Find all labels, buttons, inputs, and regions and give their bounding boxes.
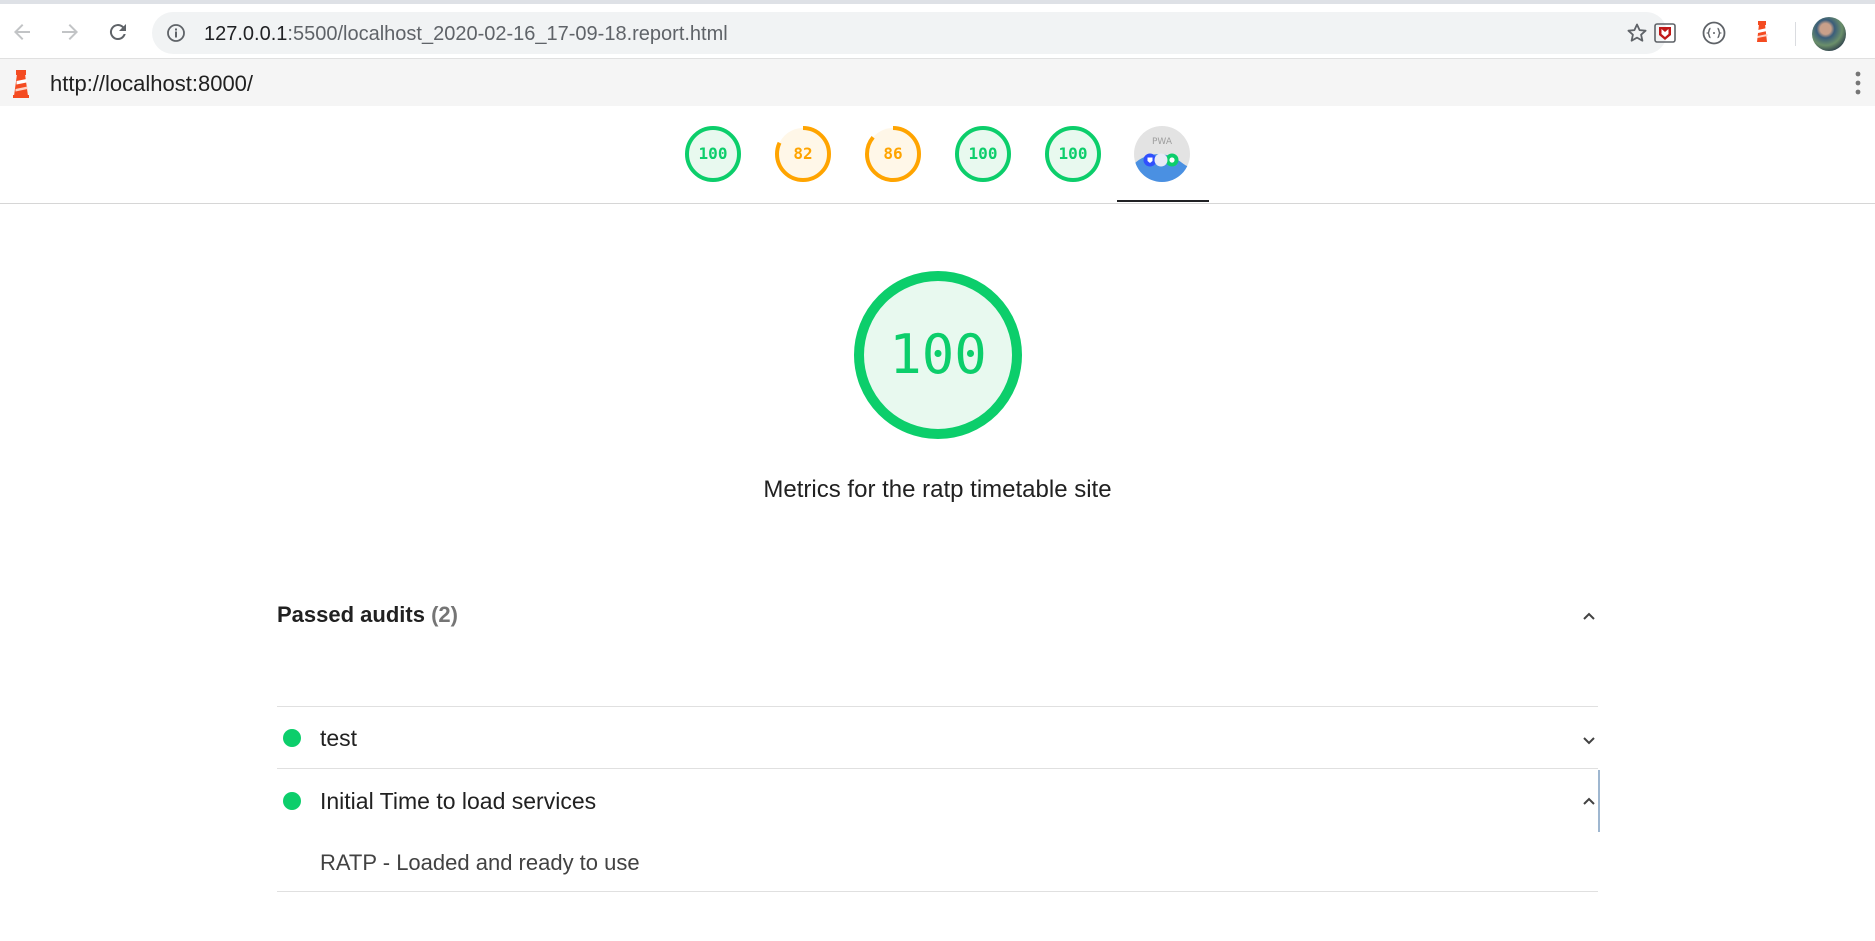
gauge-3[interactable]: 100: [955, 126, 1011, 182]
category-gauge: 100: [853, 270, 1023, 440]
gauge-1[interactable]: 82: [775, 126, 831, 182]
gauge-score: 86: [883, 144, 903, 163]
chevron-down-icon[interactable]: [1579, 730, 1599, 750]
pwa-badge-label: PWA: [1152, 137, 1173, 147]
category-description: Metrics for the ratp timetable site: [763, 476, 1112, 503]
gauge-2[interactable]: 86: [865, 126, 921, 182]
mcafee-extension-icon[interactable]: [1652, 20, 1678, 46]
profile-avatar[interactable]: [1812, 17, 1846, 51]
bookmark-star-icon[interactable]: [1625, 21, 1649, 45]
focus-indicator: [1598, 770, 1600, 832]
lighthouse-logo-icon: [13, 70, 29, 98]
gauge-score: 100: [968, 144, 998, 163]
lighthouse-extension-icon[interactable]: [1749, 20, 1775, 46]
gauge-score: 100: [1058, 144, 1088, 163]
passed-audits-count: (2): [431, 602, 458, 627]
active-tab-indicator: [1117, 200, 1209, 202]
gauge-0[interactable]: 100: [685, 126, 741, 182]
divider: [277, 768, 1598, 769]
site-info-icon[interactable]: [166, 23, 186, 43]
audit-title: Initial Time to load services: [320, 788, 597, 814]
forward-arrow-icon[interactable]: [56, 18, 84, 46]
back-arrow-icon[interactable]: [8, 18, 36, 46]
chevron-up-icon[interactable]: [1579, 606, 1599, 626]
reload-icon[interactable]: [104, 18, 132, 46]
report-url: http://localhost:8000/: [50, 71, 254, 96]
browser-toolbar: 127.0.0.1:5500/localhost_2020-02-16_17-0…: [0, 4, 1875, 59]
passed-audits-header[interactable]: Passed audits (2): [277, 602, 458, 628]
more-vert-icon[interactable]: [1855, 71, 1861, 95]
audit-title: test: [320, 725, 358, 751]
divider: [277, 706, 1598, 707]
address-bar[interactable]: 127.0.0.1:5500/localhost_2020-02-16_17-0…: [152, 12, 1667, 54]
report-topbar: http://localhost:8000/: [0, 59, 1875, 106]
gauge-4[interactable]: 100: [1045, 126, 1101, 182]
score-gauges-bar: 100 82 86 100 100 PWA: [0, 106, 1875, 204]
address-url: 127.0.0.1:5500/localhost_2020-02-16_17-0…: [204, 23, 728, 45]
pass-status-dot: [283, 792, 301, 810]
pass-status-dot: [283, 729, 301, 747]
divider: [277, 891, 1598, 892]
toolbar-separator: [1795, 22, 1796, 46]
category-score: 100: [889, 323, 987, 386]
chevron-up-icon[interactable]: [1579, 791, 1599, 811]
pwa-badge-icon[interactable]: PWA: [1134, 126, 1190, 182]
passed-audits-label: Passed audits: [277, 602, 425, 627]
gauge-score: 100: [698, 144, 728, 163]
json-extension-icon[interactable]: [1701, 20, 1727, 46]
gauge-score: 82: [793, 144, 813, 163]
audit-description: RATP - Loaded and ready to use: [320, 850, 640, 875]
